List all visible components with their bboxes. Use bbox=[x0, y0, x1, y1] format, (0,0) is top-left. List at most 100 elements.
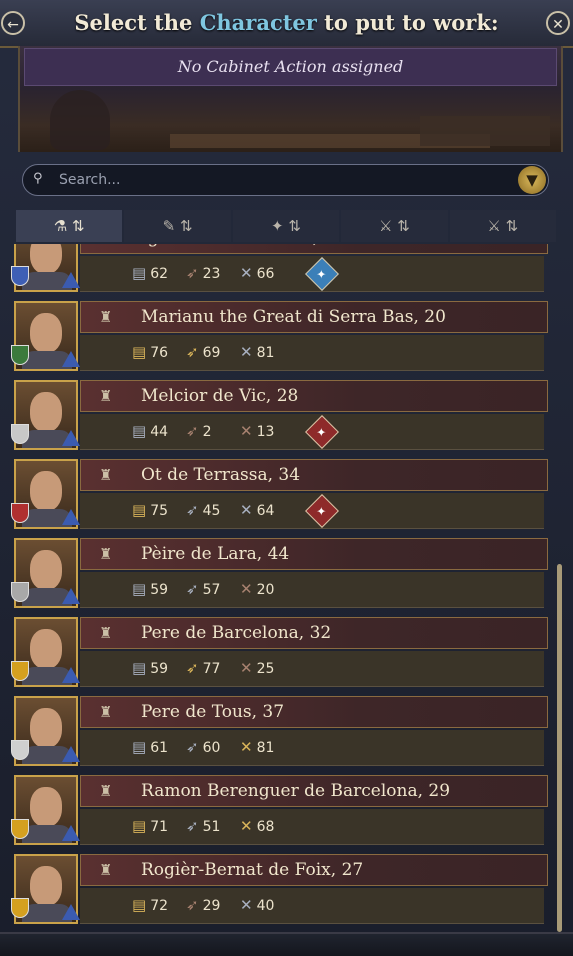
diplomacy-value: 57 bbox=[202, 582, 221, 598]
character-name: Pèire de Lara, 44 bbox=[141, 544, 289, 564]
filter-button[interactable]: ▼ bbox=[518, 166, 546, 194]
cabinet-banner: No Cabinet Action assigned bbox=[18, 46, 563, 152]
role-icon: ♜ bbox=[99, 624, 113, 642]
name-rest: de Barcelona, 29 bbox=[298, 781, 451, 801]
sort-by-administration-tab[interactable]: ✎ ⇅ bbox=[124, 210, 231, 242]
name-bar: ♜ Rogièr-Bernat de Foix, 27 bbox=[80, 854, 548, 886]
diplomacy-icon: ➶ bbox=[186, 659, 199, 677]
diplomacy-value: 2 bbox=[202, 424, 212, 440]
coat-of-arms-icon[interactable] bbox=[11, 503, 29, 523]
coat-of-arms-icon[interactable] bbox=[11, 266, 29, 286]
martial-stat: ✕ 68 bbox=[240, 817, 274, 835]
name-rest: de Barcelona, 32 bbox=[179, 623, 332, 643]
diplomacy-icon: ➶ bbox=[186, 264, 199, 282]
name-bar: ♜ Marianu the Great di Serra Bas, 20 bbox=[80, 301, 548, 333]
title-prefix: Select the bbox=[74, 10, 200, 35]
name-bar: ♜ Pere de Barcelona, 32 bbox=[80, 617, 548, 649]
martial-icon: ✕ bbox=[240, 896, 253, 914]
coat-of-arms-icon[interactable] bbox=[11, 345, 29, 365]
character-name: Ramon Berenguer de Barcelona, 29 bbox=[141, 781, 450, 801]
red-trait-icon[interactable]: ✦ bbox=[305, 494, 339, 528]
name-rest: de Tous, 37 bbox=[179, 702, 285, 722]
stats-bar: ▤ 72 ➶ 29 ✕ 40 bbox=[80, 888, 544, 924]
character-row[interactable]: ♜ Rogièr-Bernat de Foix, 27 ▤ 72 ➶ 29 ✕ 40 bbox=[11, 854, 548, 926]
diplomacy-icon: ➶ bbox=[186, 501, 199, 519]
martial-stat: ✕ 20 bbox=[240, 580, 274, 598]
administration-icon: ▤ bbox=[132, 580, 147, 598]
character-row[interactable]: ♜ Ramon Berenguer de Barcelona, 29 ▤ 71 ➶ 51 ✕… bbox=[11, 775, 548, 847]
given-name: Pere bbox=[141, 702, 180, 722]
character-row[interactable]: ♜ Ignasi de Barcelona, 31 ▤62 ➶23 ✕66 ✦ bbox=[11, 244, 548, 294]
close-icon: ✕ bbox=[552, 17, 564, 33]
martial-value: 81 bbox=[256, 740, 275, 756]
coat-of-arms-icon[interactable] bbox=[11, 582, 29, 602]
name-bar: ♜ Ramon Berenguer de Barcelona, 29 bbox=[80, 775, 548, 807]
martial-icon: ✕ bbox=[240, 422, 253, 440]
role-icon: ♜ bbox=[99, 782, 113, 800]
administration-stat: ▤ 61 bbox=[132, 738, 168, 756]
stats-bar: ▤ 59 ➶ 77 ✕ 25 bbox=[80, 651, 544, 687]
administration-value: 44 bbox=[150, 424, 169, 440]
administration-icon: ▤ bbox=[132, 817, 147, 835]
martial-icon: ✕ bbox=[240, 817, 253, 835]
administration-icon: ▤ bbox=[132, 501, 147, 519]
sort-martial-icon: ⚔ bbox=[379, 217, 393, 235]
administration-value: 59 bbox=[150, 661, 169, 677]
rank-icon bbox=[62, 430, 80, 446]
red-trait-icon[interactable]: ✦ bbox=[305, 415, 339, 449]
coat-of-arms-icon[interactable] bbox=[11, 819, 29, 839]
portrait-face bbox=[30, 866, 62, 906]
martial-value: 40 bbox=[256, 898, 275, 914]
search-box[interactable]: ⚲ Search... ▼ bbox=[22, 164, 549, 196]
given-name: Pèire bbox=[141, 544, 186, 564]
given-name: Rogièr-Bernat bbox=[141, 860, 263, 880]
close-button[interactable]: ✕ bbox=[546, 11, 570, 35]
given-name: Ot bbox=[141, 465, 162, 485]
character-row[interactable]: ♜ Pere de Tous, 37 ▤ 61 ➶ 60 ✕ 81 bbox=[11, 696, 548, 768]
martial-value: 81 bbox=[256, 345, 275, 361]
character-row[interactable]: ♜ Pèire de Lara, 44 ▤ 59 ➶ 57 ✕ 20 bbox=[11, 538, 548, 610]
martial-stat: ✕ 66 bbox=[240, 264, 274, 282]
sort-by-diplomacy-tab[interactable]: ✦ ⇅ bbox=[232, 210, 340, 242]
sort-by-martial-tab[interactable]: ⚔ ⇅ bbox=[341, 210, 448, 242]
scrollbar[interactable] bbox=[557, 564, 562, 932]
administration-stat: ▤ 71 bbox=[132, 817, 168, 835]
name-bar: ♜ Melcior de Vic, 28 bbox=[80, 380, 548, 412]
diplomacy-stat: ➶ 51 bbox=[186, 817, 220, 835]
stats-bar: ▤ 75 ➶ 45 ✕ 64 ✦ bbox=[80, 493, 544, 529]
blue-trait-icon[interactable]: ✦ bbox=[305, 257, 339, 291]
administration-icon: ▤ bbox=[132, 738, 147, 756]
character-row[interactable]: ♜ Pere de Barcelona, 32 ▤ 59 ➶ 77 ✕ 25 bbox=[11, 617, 548, 689]
administration-stat: ▤ 59 bbox=[132, 659, 168, 677]
stats-bar: ▤ 61 ➶ 60 ✕ 81 bbox=[80, 730, 544, 766]
administration-stat: ▤ 59 bbox=[132, 580, 168, 598]
martial-value: 64 bbox=[256, 503, 275, 519]
administration-value: 76 bbox=[150, 345, 169, 361]
rank-icon bbox=[62, 588, 80, 604]
diplomacy-value: 45 bbox=[202, 503, 221, 519]
coat-of-arms-icon[interactable] bbox=[11, 740, 29, 760]
rank-icon bbox=[62, 667, 80, 683]
martial-value: 66 bbox=[256, 266, 275, 282]
administration-icon: ▤ bbox=[132, 422, 147, 440]
diplomacy-value: 23 bbox=[202, 266, 221, 282]
coat-of-arms-icon[interactable] bbox=[11, 898, 29, 918]
sort-by-name-tab[interactable]: ⚗ ⇅ bbox=[16, 210, 123, 242]
coat-of-arms-icon[interactable] bbox=[11, 661, 29, 681]
coat-of-arms-icon[interactable] bbox=[11, 424, 29, 444]
administration-value: 62 bbox=[150, 266, 169, 282]
search-input[interactable]: Search... bbox=[59, 172, 120, 188]
character-name: Rogièr-Bernat de Foix, 27 bbox=[141, 860, 363, 880]
portrait-face bbox=[30, 392, 62, 432]
character-row[interactable]: ♜ Melcior de Vic, 28 ▤ 44 ➶ 2 ✕ 13 ✦ bbox=[11, 380, 548, 452]
title-suffix: to put to work: bbox=[316, 10, 499, 35]
character-row[interactable]: ♜ Marianu the Great di Serra Bas, 20 ▤ 76 ➶ 6… bbox=[11, 301, 548, 373]
name-bar: ♜ Pere de Tous, 37 bbox=[80, 696, 548, 728]
window-title: Select the Character to put to work: bbox=[0, 10, 573, 35]
portrait-face bbox=[30, 244, 62, 274]
sort-arrows-icon: ⇅ bbox=[288, 217, 301, 235]
role-icon: ♜ bbox=[99, 703, 113, 721]
sort-by-combined-tab[interactable]: ⚔ ⇅ bbox=[449, 210, 557, 242]
administration-stat: ▤ 44 bbox=[132, 422, 168, 440]
character-row[interactable]: ♜ Ot de Terrassa, 34 ▤ 75 ➶ 45 ✕ 64 ✦ bbox=[11, 459, 548, 531]
